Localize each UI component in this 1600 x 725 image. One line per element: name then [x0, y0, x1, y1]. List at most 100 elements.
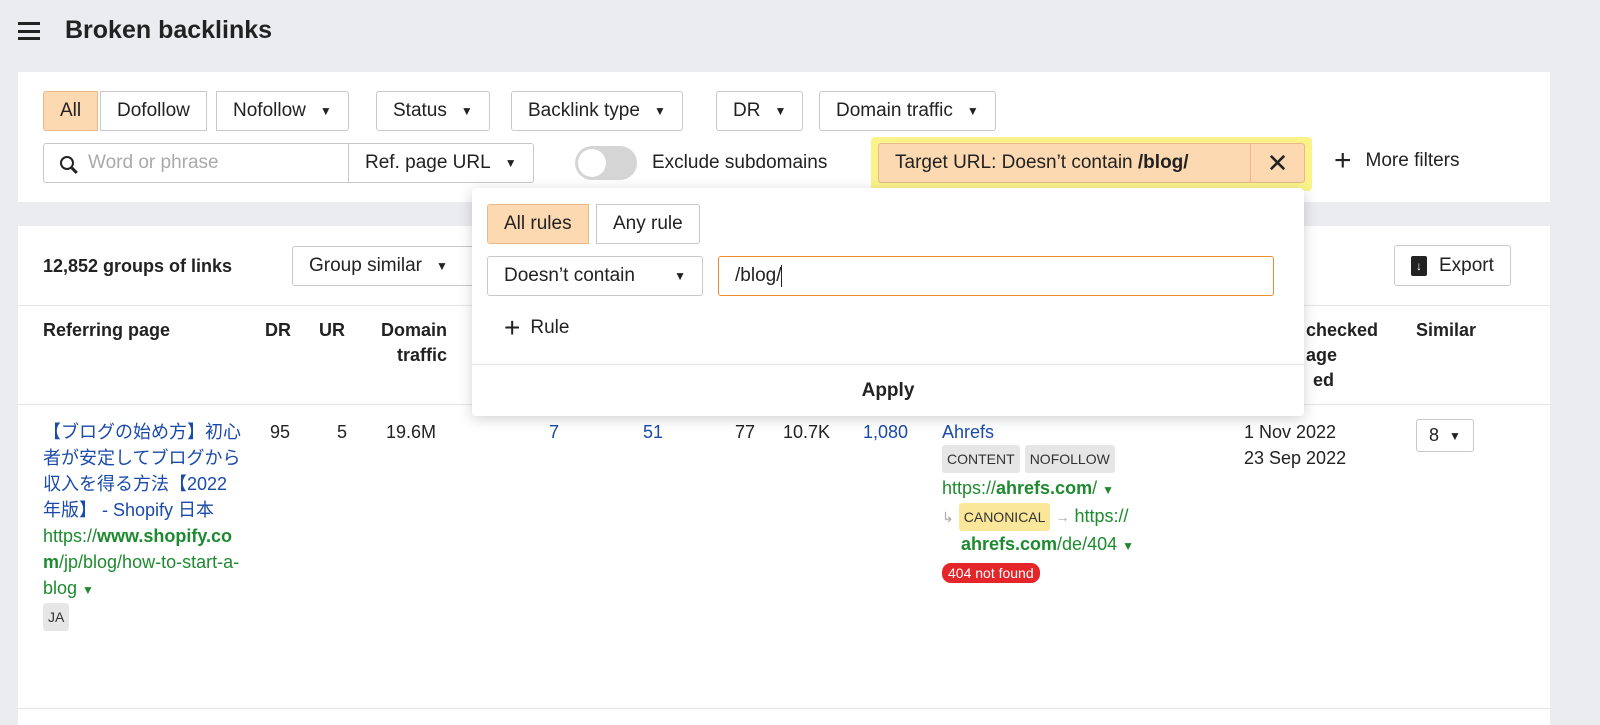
plus-icon: + [504, 312, 521, 343]
caret-down-icon: ▼ [504, 156, 517, 170]
referring-page-url[interactable]: https://www.shopify.com/jp/blog/how-to-s… [43, 523, 243, 603]
condition-dropdown[interactable]: Doesn’t contain ▼ [487, 256, 703, 296]
caret-down-icon[interactable]: ▼ [1102, 483, 1114, 497]
metric-value: 10.7K [783, 422, 831, 442]
group-similar-dropdown[interactable]: Group similar ▼ [292, 246, 492, 286]
url-prefix: https:// [43, 526, 98, 546]
table-row: 【ブログの始め方】初心者が安定してブログから収入を得る方法【2022年版】 - … [43, 419, 243, 631]
line: ed [1313, 370, 1335, 390]
filter-popover: All rules Any rule Doesn’t contain ▼ /blo… [472, 188, 1304, 416]
label: Doesn’t contain [504, 265, 635, 286]
url-path: / [1092, 478, 1098, 498]
any-rule-button[interactable]: Any rule [596, 204, 700, 244]
col-domain-traffic[interactable]: Domain traffic [374, 318, 447, 368]
caret-down-icon: ▼ [774, 104, 787, 118]
apply-button[interactable]: Apply [472, 365, 1304, 416]
search-icon [60, 156, 78, 174]
more-filters-button[interactable]: + More filters [1334, 144, 1460, 177]
label: Rule [530, 317, 570, 338]
label: Target URL: Doesn’t contain [895, 152, 1138, 173]
metric-value: 77 [735, 422, 756, 442]
caret-down-icon: ▼ [674, 269, 686, 283]
rule-value-input[interactable]: /blog/ [718, 256, 1274, 296]
export-icon: ↓ [1411, 255, 1427, 276]
anchor-text: Ahrefs [942, 422, 995, 442]
url-domain: ahrefs.com [961, 534, 1058, 554]
caret-down-icon: ▼ [319, 104, 332, 118]
filter-domain-traffic[interactable]: Domain traffic ▼ [819, 91, 996, 131]
ur-value: 5 [337, 422, 348, 442]
canonical-tag: CANONICAL [958, 503, 1051, 531]
domain-traffic-value: 19.6M [386, 422, 437, 442]
page-title: Broken backlinks [65, 16, 273, 44]
label: DR [733, 100, 761, 121]
dates-cell: 1 Nov 2022 23 Sep 2022 [1244, 419, 1346, 471]
add-rule-button[interactable]: + Rule [504, 312, 570, 343]
referring-page-title[interactable]: 【ブログの始め方】初心者が安定してブログから収入を得る方法【2022年版】 - … [43, 419, 243, 523]
last-checked-date: 1 Nov 2022 [1244, 422, 1337, 442]
arrow-right-icon: → [1055, 509, 1070, 525]
filter-nofollow[interactable]: Nofollow ▼ [216, 91, 349, 131]
canonical-prefix[interactable]: https:// [1074, 506, 1128, 526]
menu-icon[interactable] [18, 22, 40, 40]
export-button[interactable]: ↓ Export [1394, 245, 1511, 286]
status-badge: 404 not found [942, 563, 1040, 583]
label: Group similar [309, 255, 422, 276]
similar-dropdown[interactable]: 8 ▼ [1416, 419, 1474, 452]
input-value: /blog/ [735, 265, 782, 286]
all-rules-button[interactable]: All rules [487, 204, 589, 244]
exclude-subdomains-label: Exclude subdomains [652, 152, 828, 173]
label: 8 [1429, 425, 1440, 445]
metric-link[interactable]: 51 [643, 419, 663, 445]
caret-down-icon: ▼ [1449, 428, 1461, 443]
first-seen-date: 23 Sep 2022 [1244, 448, 1347, 468]
results-count: 12,852 groups of links [43, 256, 233, 276]
divider [18, 708, 1550, 709]
ref-page-url-dropdown[interactable]: Ref. page URL ▼ [348, 143, 534, 183]
url-prefix: https:// [942, 478, 997, 498]
line: Domain [380, 320, 447, 340]
line: traffic [396, 345, 447, 365]
content-tag: CONTENT [942, 445, 1020, 473]
filter-status[interactable]: Status ▼ [376, 91, 490, 131]
caret-down-icon[interactable]: ▼ [82, 583, 94, 597]
filter-dofollow[interactable]: Dofollow [100, 91, 207, 131]
text-cursor [781, 265, 783, 287]
plus-icon: + [1334, 144, 1352, 177]
label: Domain traffic [836, 100, 953, 121]
value: /blog/ [1137, 152, 1189, 173]
label: More filters [1365, 150, 1460, 171]
col-similar[interactable]: Similar [1416, 318, 1476, 343]
url-path: /de/404 [1057, 534, 1118, 554]
col-referring-page[interactable]: Referring page [43, 318, 170, 343]
label: Status [393, 100, 447, 121]
label: Nofollow [233, 100, 306, 121]
caret-down-icon: ▼ [653, 104, 666, 118]
col-checked[interactable]: checked age ed [1306, 318, 1378, 393]
line: checked [1306, 320, 1379, 340]
filter-dr[interactable]: DR ▼ [716, 91, 804, 131]
col-ur[interactable]: UR [319, 318, 345, 343]
url-path: /jp/blog/how-to-start-a-blog [43, 552, 240, 598]
col-dr[interactable]: DR [265, 318, 291, 343]
filter-all[interactable]: All [43, 91, 99, 131]
remove-filter-button[interactable]: ✕ [1250, 143, 1305, 183]
caret-down-icon: ▼ [966, 104, 979, 118]
language-badge: JA [43, 603, 70, 631]
redirect-arrow-icon: ↳ [942, 509, 954, 525]
exclude-subdomains-toggle[interactable] [575, 146, 637, 180]
metric-link[interactable]: 1,080 [863, 419, 908, 445]
target-url-filter-chip[interactable]: Target URL: Doesn’t contain /blog/ [878, 143, 1251, 183]
label: Export [1439, 254, 1494, 276]
search-input[interactable]: Word or phrase [43, 143, 349, 183]
canonical-url[interactable]: ahrefs.com/de/404 ▼ [942, 531, 1182, 559]
line: age [1306, 345, 1338, 365]
url-domain: ahrefs.com [996, 478, 1093, 498]
filter-backlink-type[interactable]: Backlink type ▼ [511, 91, 683, 131]
metric-link[interactable]: 7 [549, 419, 559, 445]
label: Ref. page URL [365, 152, 491, 173]
target-url[interactable]: https://ahrefs.com/ ▼ [942, 475, 1182, 503]
caret-down-icon[interactable]: ▼ [1122, 539, 1134, 553]
caret-down-icon: ▼ [460, 104, 473, 118]
nofollow-tag: NOFOLLOW [1024, 445, 1115, 473]
